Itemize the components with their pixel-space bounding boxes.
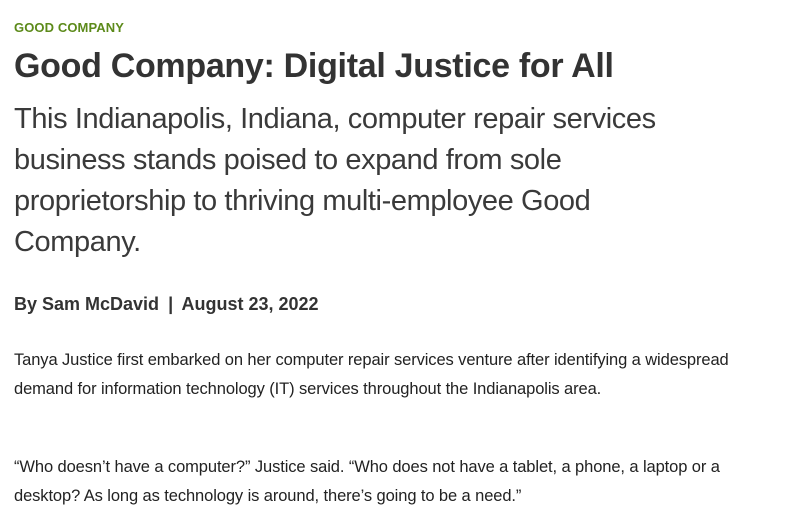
byline-separator: |	[168, 294, 174, 314]
page-title: Good Company: Digital Justice for All	[14, 47, 614, 85]
category-link[interactable]: GOOD COMPANY	[14, 20, 124, 35]
byline: By Sam McDavid | August 23, 2022	[14, 292, 319, 316]
publish-date: August 23, 2022	[181, 294, 319, 314]
body-paragraph: “Who doesn’t have a computer?” Justice s…	[14, 458, 720, 505]
body-paragraph: Tanya Justice first embarked on her comp…	[14, 351, 729, 398]
article: GOOD COMPANY Good Company: Digital Justi…	[0, 0, 795, 523]
author-name: By Sam McDavid	[14, 294, 160, 314]
article-subtitle: This Indianapolis, Indiana, computer rep…	[14, 103, 656, 258]
